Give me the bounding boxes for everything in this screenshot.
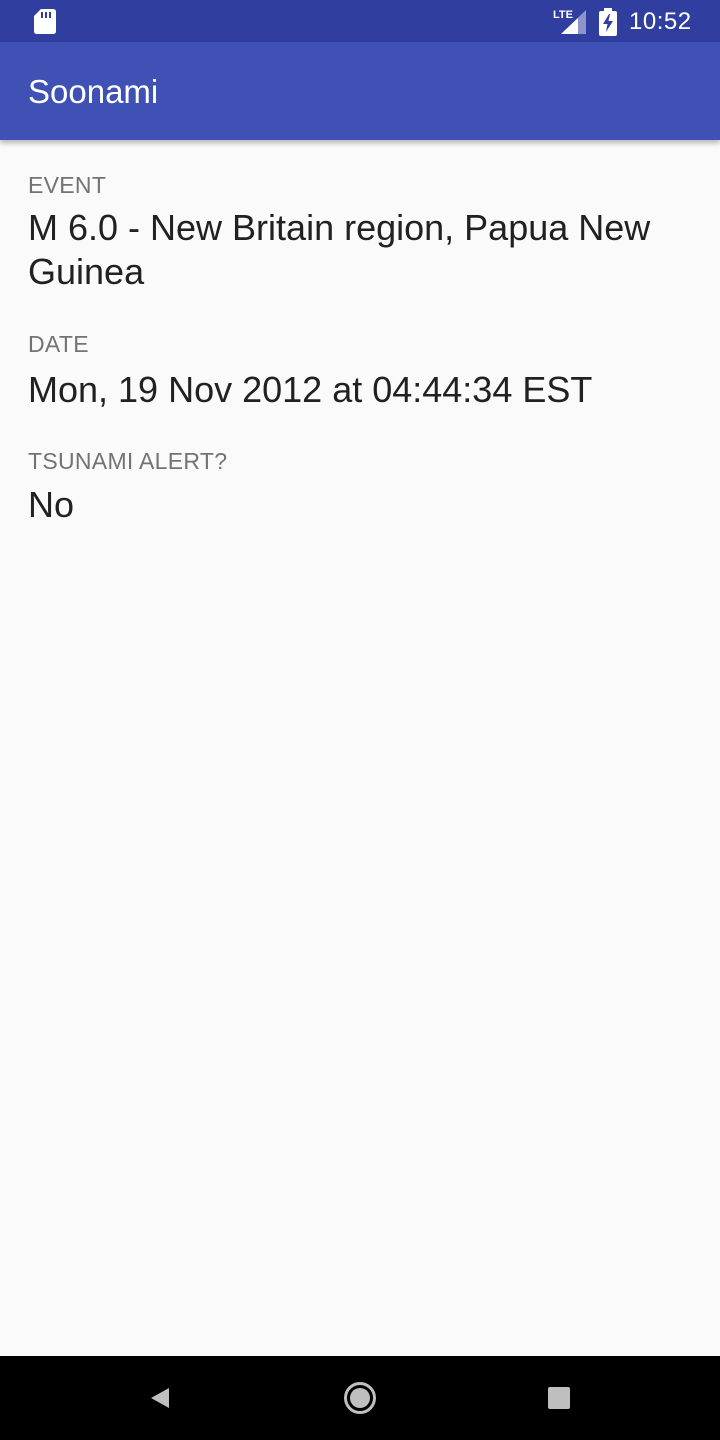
sd-card-icon bbox=[34, 9, 56, 34]
event-label: EVENT bbox=[28, 172, 107, 198]
home-button[interactable] bbox=[330, 1368, 390, 1428]
event-value: M 6.0 - New Britain region, Papua New Gu… bbox=[28, 207, 651, 292]
lte-signal-icon: LTE bbox=[553, 9, 586, 34]
back-button[interactable] bbox=[130, 1368, 190, 1428]
date-value: Mon, 19 Nov 2012 at 04:44:34 EST bbox=[28, 369, 593, 410]
recents-button[interactable] bbox=[529, 1368, 589, 1428]
app-title: Soonami bbox=[28, 73, 159, 110]
svg-text:LTE: LTE bbox=[553, 9, 573, 21]
app-bar: Soonami bbox=[0, 42, 720, 140]
tsunami-alert-label: TSUNAMI ALERT? bbox=[28, 448, 228, 474]
navigation-bar bbox=[0, 1356, 720, 1440]
date-field: DATE Mon, 19 Nov 2012 at 04:44:34 EST bbox=[28, 329, 692, 412]
date-label: DATE bbox=[28, 331, 89, 357]
status-bar: LTE 10:52 bbox=[0, 0, 720, 42]
event-field: EVENT M 6.0 - New Britain region, Papua … bbox=[28, 170, 692, 294]
earthquake-details: EVENT M 6.0 - New Britain region, Papua … bbox=[28, 170, 692, 527]
tsunami-alert-value: No bbox=[28, 484, 75, 525]
battery-charging-icon bbox=[599, 8, 617, 36]
tsunami-alert-field: TSUNAMI ALERT? No bbox=[28, 446, 692, 527]
home-icon bbox=[344, 1382, 376, 1414]
recents-icon bbox=[548, 1387, 570, 1409]
status-clock: 10:52 bbox=[629, 8, 692, 35]
back-icon bbox=[151, 1388, 169, 1408]
